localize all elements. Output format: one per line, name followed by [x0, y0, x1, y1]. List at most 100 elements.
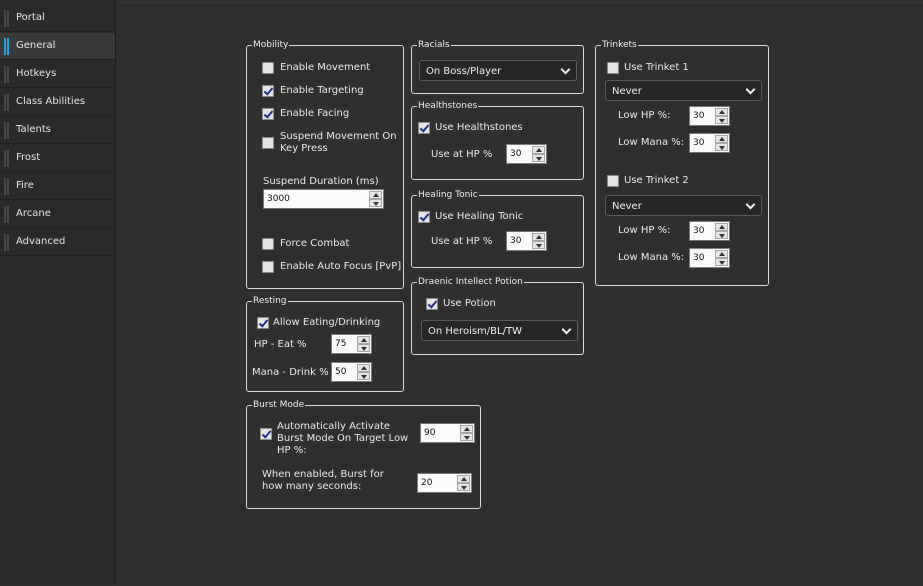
sidebar-item-advanced[interactable]: Advanced	[0, 229, 115, 256]
spin-up-icon[interactable]	[532, 233, 545, 241]
sidebar-item-class-abilities[interactable]: Class Abilities	[0, 89, 115, 116]
nav-grip-icon	[4, 38, 9, 55]
sidebar-item-label: Arcane	[16, 208, 51, 219]
healthstones-hp-spinbox[interactable]: 30	[506, 144, 547, 164]
potion-dropdown[interactable]: On Heroism/BL/TW	[421, 320, 578, 341]
spin-value: 30	[693, 111, 705, 121]
trinket-2-low-hp-spinbox[interactable]: 30	[689, 221, 730, 241]
allow-eating-checkbox[interactable]	[257, 317, 269, 329]
healing-tonic-hp-label: Use at HP %	[431, 236, 493, 247]
enable-facing-label: Enable Facing	[280, 108, 350, 119]
healing-tonic-hp-spinbox[interactable]: 30	[506, 231, 547, 251]
trinket-1-low-hp-spinbox[interactable]: 30	[689, 106, 730, 126]
racials-dropdown[interactable]: On Boss/Player	[419, 60, 577, 81]
spin-up-icon[interactable]	[715, 108, 728, 116]
nav-grip-icon	[4, 66, 9, 83]
group-title: Healthstones	[417, 100, 479, 112]
use-trinket-1-checkbox[interactable]	[607, 62, 619, 74]
use-healthstones-checkbox[interactable]	[418, 122, 430, 134]
spin-up-icon[interactable]	[457, 475, 470, 483]
trinket-2-low-hp-label: Low HP %:	[618, 225, 671, 236]
burst-seconds-spinbox[interactable]: 20	[417, 473, 472, 493]
spin-value: 75	[335, 339, 347, 349]
sidebar-item-talents[interactable]: Talents	[0, 117, 115, 144]
spin-down-icon[interactable]	[357, 372, 370, 380]
suspend-duration-label: Suspend Duration (ms)	[263, 176, 379, 187]
force-combat-checkbox[interactable]	[262, 238, 274, 250]
auto-burst-checkbox[interactable]	[260, 428, 272, 440]
use-healing-tonic-checkbox[interactable]	[418, 211, 430, 223]
spin-down-icon[interactable]	[460, 433, 473, 441]
sidebar-item-frost[interactable]: Frost	[0, 145, 115, 172]
trinket-1-low-mana-spinbox[interactable]: 30	[689, 133, 730, 153]
dropdown-value: Never	[612, 86, 642, 97]
spin-down-icon[interactable]	[357, 344, 370, 352]
spin-up-icon[interactable]	[532, 146, 545, 154]
enable-movement-checkbox[interactable]	[262, 62, 274, 74]
spin-buttons	[532, 233, 545, 249]
use-trinket-2-checkbox[interactable]	[607, 175, 619, 187]
suspend-duration-spinbox[interactable]: 3000	[263, 189, 384, 209]
sidebar-item-hotkeys[interactable]: Hotkeys	[0, 61, 115, 88]
spin-value: 30	[693, 226, 705, 236]
use-potion-checkbox[interactable]	[426, 298, 438, 310]
spin-buttons	[532, 146, 545, 162]
spin-buttons	[357, 364, 370, 380]
use-trinket-1-label: Use Trinket 1	[624, 62, 689, 73]
hp-eat-label: HP - Eat %	[254, 339, 307, 350]
sidebar-item-arcane[interactable]: Arcane	[0, 201, 115, 228]
burst-mode-group: Burst Mode Automatically Activate Burst …	[246, 399, 481, 509]
spin-down-icon[interactable]	[715, 143, 728, 151]
trinkets-group: Trinkets Use Trinket 1 Never Low HP %: 3…	[595, 39, 769, 286]
group-title: Racials	[417, 39, 451, 51]
enable-movement-label: Enable Movement	[280, 62, 371, 73]
spin-down-icon[interactable]	[715, 258, 728, 266]
sidebar: Portal General Hotkeys Class Abilities T…	[0, 0, 116, 585]
suspend-movement-checkbox[interactable]	[262, 137, 274, 149]
trinket-1-low-hp-label: Low HP %:	[618, 110, 671, 121]
sidebar-item-portal[interactable]: Portal	[0, 5, 115, 32]
sidebar-item-general[interactable]: General	[0, 33, 115, 60]
spin-up-icon[interactable]	[357, 364, 370, 372]
spin-up-icon[interactable]	[460, 425, 473, 433]
sidebar-item-fire[interactable]: Fire	[0, 173, 115, 200]
spin-up-icon[interactable]	[357, 336, 370, 344]
spin-value: 30	[510, 149, 522, 159]
enable-targeting-checkbox[interactable]	[262, 85, 274, 97]
spin-value: 90	[424, 428, 436, 438]
potion-group: Draenic Intellect Potion Use Potion On H…	[411, 276, 584, 355]
spin-down-icon[interactable]	[369, 199, 382, 207]
auto-burst-hp-spinbox[interactable]: 90	[420, 423, 475, 443]
sidebar-item-label: Class Abilities	[16, 96, 86, 107]
chevron-down-icon	[745, 199, 756, 210]
spin-down-icon[interactable]	[457, 483, 470, 491]
trinket-2-dropdown[interactable]: Never	[605, 195, 762, 216]
spin-down-icon[interactable]	[715, 116, 728, 124]
healthstones-hp-label: Use at HP %	[431, 149, 493, 160]
trinket-1-dropdown[interactable]: Never	[605, 80, 762, 101]
nav-grip-icon	[4, 234, 9, 251]
group-title: Resting	[252, 295, 288, 307]
hp-eat-spinbox[interactable]: 75	[331, 334, 372, 354]
spin-down-icon[interactable]	[532, 154, 545, 162]
nav-grip-icon	[4, 178, 9, 195]
spin-buttons	[457, 475, 470, 491]
trinket-2-low-mana-spinbox[interactable]: 30	[689, 248, 730, 268]
nav-grip-icon	[4, 206, 9, 223]
mana-drink-spinbox[interactable]: 50	[331, 362, 372, 382]
spin-buttons	[715, 223, 728, 239]
spin-down-icon[interactable]	[715, 231, 728, 239]
dropdown-value: On Heroism/BL/TW	[428, 326, 522, 337]
spin-up-icon[interactable]	[715, 135, 728, 143]
auto-focus-checkbox[interactable]	[262, 261, 274, 273]
spin-up-icon[interactable]	[369, 191, 382, 199]
spin-down-icon[interactable]	[532, 241, 545, 249]
settings-panel: Mobility Enable Movement Enable Targetin…	[116, 2, 923, 586]
spin-buttons	[357, 336, 370, 352]
enable-facing-checkbox[interactable]	[262, 108, 274, 120]
trinket-1-low-mana-label: Low Mana %:	[618, 137, 685, 148]
racials-group: Racials On Boss/Player	[411, 39, 584, 94]
spin-up-icon[interactable]	[715, 250, 728, 258]
spin-up-icon[interactable]	[715, 223, 728, 231]
spin-buttons	[715, 250, 728, 266]
